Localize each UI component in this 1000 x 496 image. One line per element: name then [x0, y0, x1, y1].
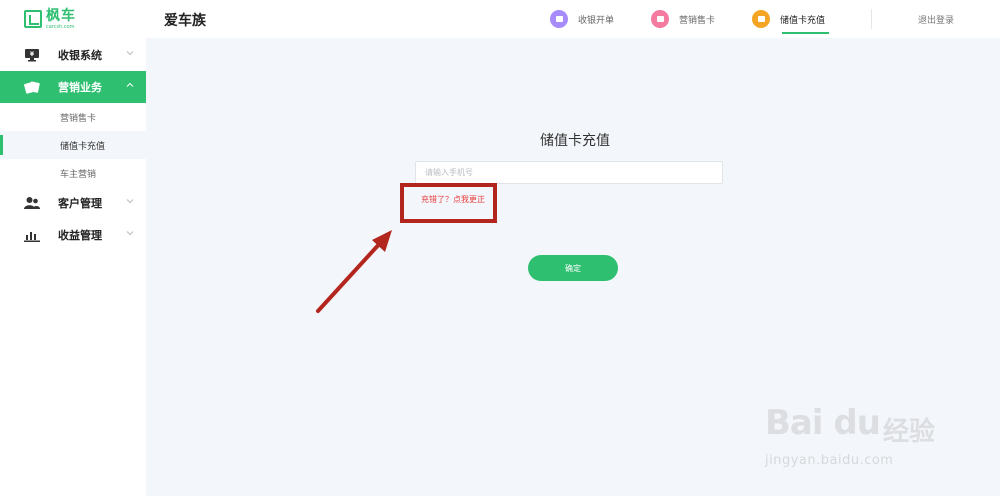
nav-label: 收银开单	[578, 15, 615, 26]
sidebar-item-label: 营销业务	[58, 81, 102, 94]
watermark-cn: 经验	[883, 417, 936, 447]
nav-label: 营销售卡	[679, 15, 716, 26]
monitor-icon: ¥	[24, 48, 40, 62]
card-icon	[651, 10, 669, 28]
logo-sub: carcsh.com	[46, 23, 75, 30]
users-icon	[24, 196, 40, 210]
nav-marketing-cards[interactable]: 营销售卡	[651, 0, 715, 38]
watermark-url: jingyan.baidu.com	[765, 453, 894, 468]
store-name: 爱车族	[164, 13, 206, 29]
receipt-icon	[550, 10, 568, 28]
chevron-down-icon	[126, 51, 134, 56]
logo-icon	[24, 10, 42, 28]
phone-input[interactable]	[415, 161, 723, 184]
sidebar-item-revenue[interactable]: 收益管理	[0, 219, 146, 251]
sidebar-item-marketing[interactable]: 营销业务	[0, 71, 146, 103]
baidu-watermark: Bai du 经验 jingyan.baidu.com	[765, 385, 965, 485]
top-header: 爱车族 收银开单 营销售卡 储值卡充值 退出登录	[146, 0, 1000, 38]
watermark-brand: Bai du	[765, 403, 881, 443]
chevron-down-icon	[126, 231, 134, 236]
sidebar-subitem-stored-value-recharge[interactable]: 储值卡充值	[0, 131, 146, 159]
sidebar-subitem-label: 车主营销	[60, 169, 97, 180]
nav-stored-value-recharge[interactable]: 储值卡充值	[752, 0, 830, 38]
sidebar: 枫车 carcsh.com ¥ 收银系统 营销业务 营销售卡 储值卡充值 车主营…	[0, 0, 146, 496]
sidebar-subitem-owner-marketing[interactable]: 车主营销	[0, 159, 146, 187]
logo[interactable]: 枫车 carcsh.com	[0, 0, 146, 38]
confirm-button[interactable]: 确定	[528, 255, 618, 281]
sidebar-subitem-label: 储值卡充值	[60, 141, 106, 152]
chevron-down-icon	[126, 199, 134, 204]
nav-label: 储值卡充值	[780, 15, 826, 26]
cards-icon	[24, 80, 40, 94]
sidebar-item-customers[interactable]: 客户管理	[0, 187, 146, 219]
sidebar-item-label: 收银系统	[58, 49, 102, 62]
sidebar-item-label: 收益管理	[58, 229, 102, 242]
logo-name: 枫车	[46, 7, 76, 24]
sidebar-item-cashier[interactable]: ¥ 收银系统	[0, 39, 146, 71]
chevron-up-icon	[126, 82, 134, 87]
header-divider	[871, 9, 872, 29]
sidebar-subitem-marketing-cards[interactable]: 营销售卡	[0, 103, 146, 131]
wallet-icon	[752, 10, 770, 28]
sidebar-subitem-label: 营销售卡	[60, 113, 97, 124]
logout-link[interactable]: 退出登录	[918, 13, 954, 26]
nav-cashier-order[interactable]: 收银开单	[550, 0, 614, 38]
sidebar-item-label: 客户管理	[58, 197, 102, 210]
annotation-highlight-box	[400, 183, 497, 223]
page-title: 储值卡充值	[540, 133, 610, 149]
bar-chart-icon	[24, 228, 40, 242]
